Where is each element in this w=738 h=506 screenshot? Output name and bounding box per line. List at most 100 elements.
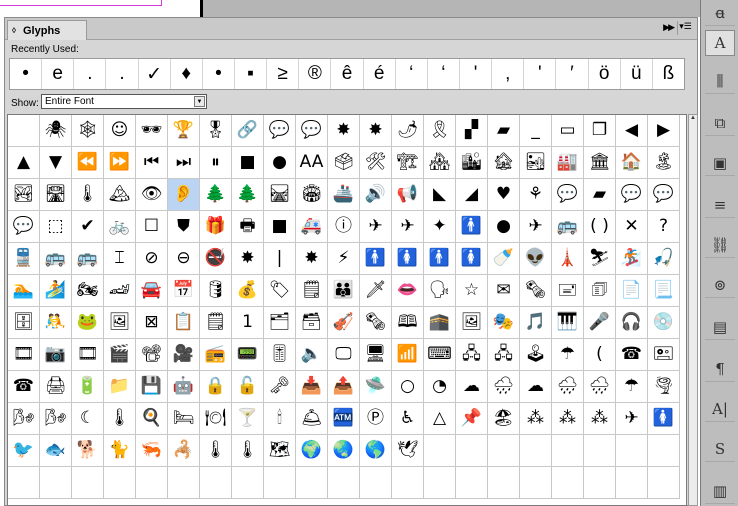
glyph-cell[interactable]: ▞ [456,115,488,147]
glyph-cell[interactable]: ☾ [72,403,104,435]
glyph-cell[interactable]: 🐦 [8,435,40,467]
glyph-cell[interactable]: ○ [392,371,424,403]
glyph-cell[interactable]: 🏷 [264,275,296,307]
glyph-cell[interactable]: ◣ [424,179,456,211]
glyph-cell[interactable]: 🏗 [392,147,424,179]
glyph-cell[interactable]: 📤 [328,371,360,403]
recent-glyph[interactable]: ‘ [428,59,460,89]
glyph-cell[interactable]: 🎹 [552,307,584,339]
glyph-cell[interactable]: 🗒 [296,275,328,307]
glyph-cell[interactable]: 🗒 [200,307,232,339]
gradient-icon[interactable]: ▤ [705,314,735,340]
glyph-cell[interactable]: 🌍 [296,435,328,467]
glyph-cell[interactable]: 🌪 [648,371,680,403]
glyph-cell[interactable]: 🐈 [104,435,136,467]
glyph-cell[interactable]: 🐕 [72,435,104,467]
glyph-cell[interactable]: 💬 [616,179,648,211]
glyph-cell[interactable]: 🏝 [648,147,680,179]
glyph-cell[interactable]: ☎ [616,339,648,371]
glyph-cell[interactable]: 🗞 [360,307,392,339]
glyph-cell[interactable]: 📁 [104,371,136,403]
glyph-cell[interactable]: ✸ [328,115,360,147]
glyph-cell[interactable]: ▰ [584,179,616,211]
glyph-cell[interactable]: ✸ [232,243,264,275]
glyph-cell[interactable]: 🌧 [488,371,520,403]
glyph-cell[interactable]: 👪 [328,275,360,307]
glyph-cell[interactable]: ⊘ [136,243,168,275]
recent-glyph[interactable]: ‘ [396,59,428,89]
chevron-down-icon[interactable]: ▼ [194,96,205,107]
glyph-cell[interactable]: 🎞 [72,339,104,371]
glyph-cell[interactable]: _ [520,115,552,147]
pathfinder-icon[interactable]: ⧉ [705,110,735,136]
glyph-cell[interactable]: 🚢 [328,179,360,211]
glyph-cell[interactable]: ● [488,211,520,243]
show-dropdown[interactable]: Entire Font ▼ [41,94,207,109]
glyph-cell[interactable]: 🏄 [40,275,72,307]
glyph-cell[interactable]: 🏘 [424,147,456,179]
glyph-cell[interactable]: 🕋 [424,307,456,339]
glyph-cell[interactable]: 🦂 [168,435,200,467]
glyph-cell[interactable]: ☁ [456,371,488,403]
glyph-cell[interactable]: 🚌 [40,243,72,275]
glyph-cell[interactable]: ✸ [360,115,392,147]
text-wrap-icon[interactable]: A| [705,396,735,422]
glyph-cell[interactable]: ▶ [648,115,680,147]
glyph-cell[interactable]: 🕯 [264,403,296,435]
recent-glyph[interactable]: . [74,59,107,89]
panel-tab[interactable]: ◊ Glyphs [7,20,88,40]
glyph-cell[interactable]: ♥ [488,179,520,211]
glyph-cell[interactable]: 🍳 [136,403,168,435]
glyph-cell[interactable]: 🏞 [8,179,40,211]
glyph-cell[interactable]: 🔊 [360,179,392,211]
glyph-cell[interactable]: ▼ [40,147,72,179]
glyph-cell[interactable]: 💬 [648,179,680,211]
glyph-cell[interactable]: ◢ [456,179,488,211]
glyph-cell[interactable]: 🌡 [104,403,136,435]
glyph-cell[interactable]: 💬 [264,115,296,147]
recent-glyph[interactable]: • [10,59,43,89]
glyph-cell[interactable]: 📋 [168,307,200,339]
glyph-cell[interactable]: 📅 [168,275,200,307]
glyph-cell[interactable]: ⏭ [168,147,200,179]
glyph-cell[interactable]: 🎚 [264,339,296,371]
glyph-cell[interactable]: 🗊 [584,275,616,307]
glyph-cell[interactable]: ✔ [72,211,104,243]
glyph-cell[interactable]: ☂ [552,339,584,371]
glyph-grid-scrollbar[interactable]: ▲ [688,114,698,506]
glyph-cell[interactable]: 🗝 [264,371,296,403]
glyph-cell[interactable]: ⏸ [200,147,232,179]
glyph-cell[interactable]: ☆ [456,275,488,307]
glyph-cell[interactable]: ☂ [616,371,648,403]
glyph-cell[interactable]: 🏆 [168,115,200,147]
glyph-cell[interactable]: 🎵 [520,307,552,339]
lines-icon[interactable]: ≡ [705,192,735,218]
glyph-cell[interactable]: 📽 [136,339,168,371]
glyph-cell[interactable]: 🖧 [456,339,488,371]
glyph-cell[interactable]: 🖧 [488,339,520,371]
align-icon[interactable]: ⫼ [705,68,735,94]
glyph-cell[interactable]: 🕶 [136,115,168,147]
glyph-cell[interactable]: 🦐 [136,435,168,467]
glyph-cell[interactable]: 🌡 [232,435,264,467]
glyph-cell[interactable]: 👁 [136,179,168,211]
glyph-cell[interactable]: ⏮ [136,147,168,179]
glyph-cell[interactable]: 🔒 [200,371,232,403]
glyph-cell[interactable]: ( [584,339,616,371]
recent-glyph[interactable]: ê [331,59,364,89]
glyph-cell[interactable]: 🌏 [328,435,360,467]
glyph-cell[interactable]: 🤖 [168,371,200,403]
glyph-cell[interactable]: 🔓 [232,371,264,403]
glyph-cell[interactable]: 🚹 [424,243,456,275]
glyph-cell[interactable]: 🛤 [264,179,296,211]
glyph-cell[interactable]: ⓘ [328,211,360,243]
glyph-cell[interactable]: 🗄 [8,307,40,339]
recent-glyph[interactable]: • [203,59,235,89]
glyph-cell[interactable]: 🏟 [296,179,328,211]
glyph-cell[interactable]: 🎣 [648,243,680,275]
glyph-cell[interactable]: 🛸 [360,371,392,403]
glyph-cell[interactable]: 🌬 [8,403,40,435]
glyph-cell[interactable]: ⁂ [552,403,584,435]
glyph-cell[interactable]: 🏧 [328,403,360,435]
glyph-cell[interactable]: ☺ [104,115,136,147]
